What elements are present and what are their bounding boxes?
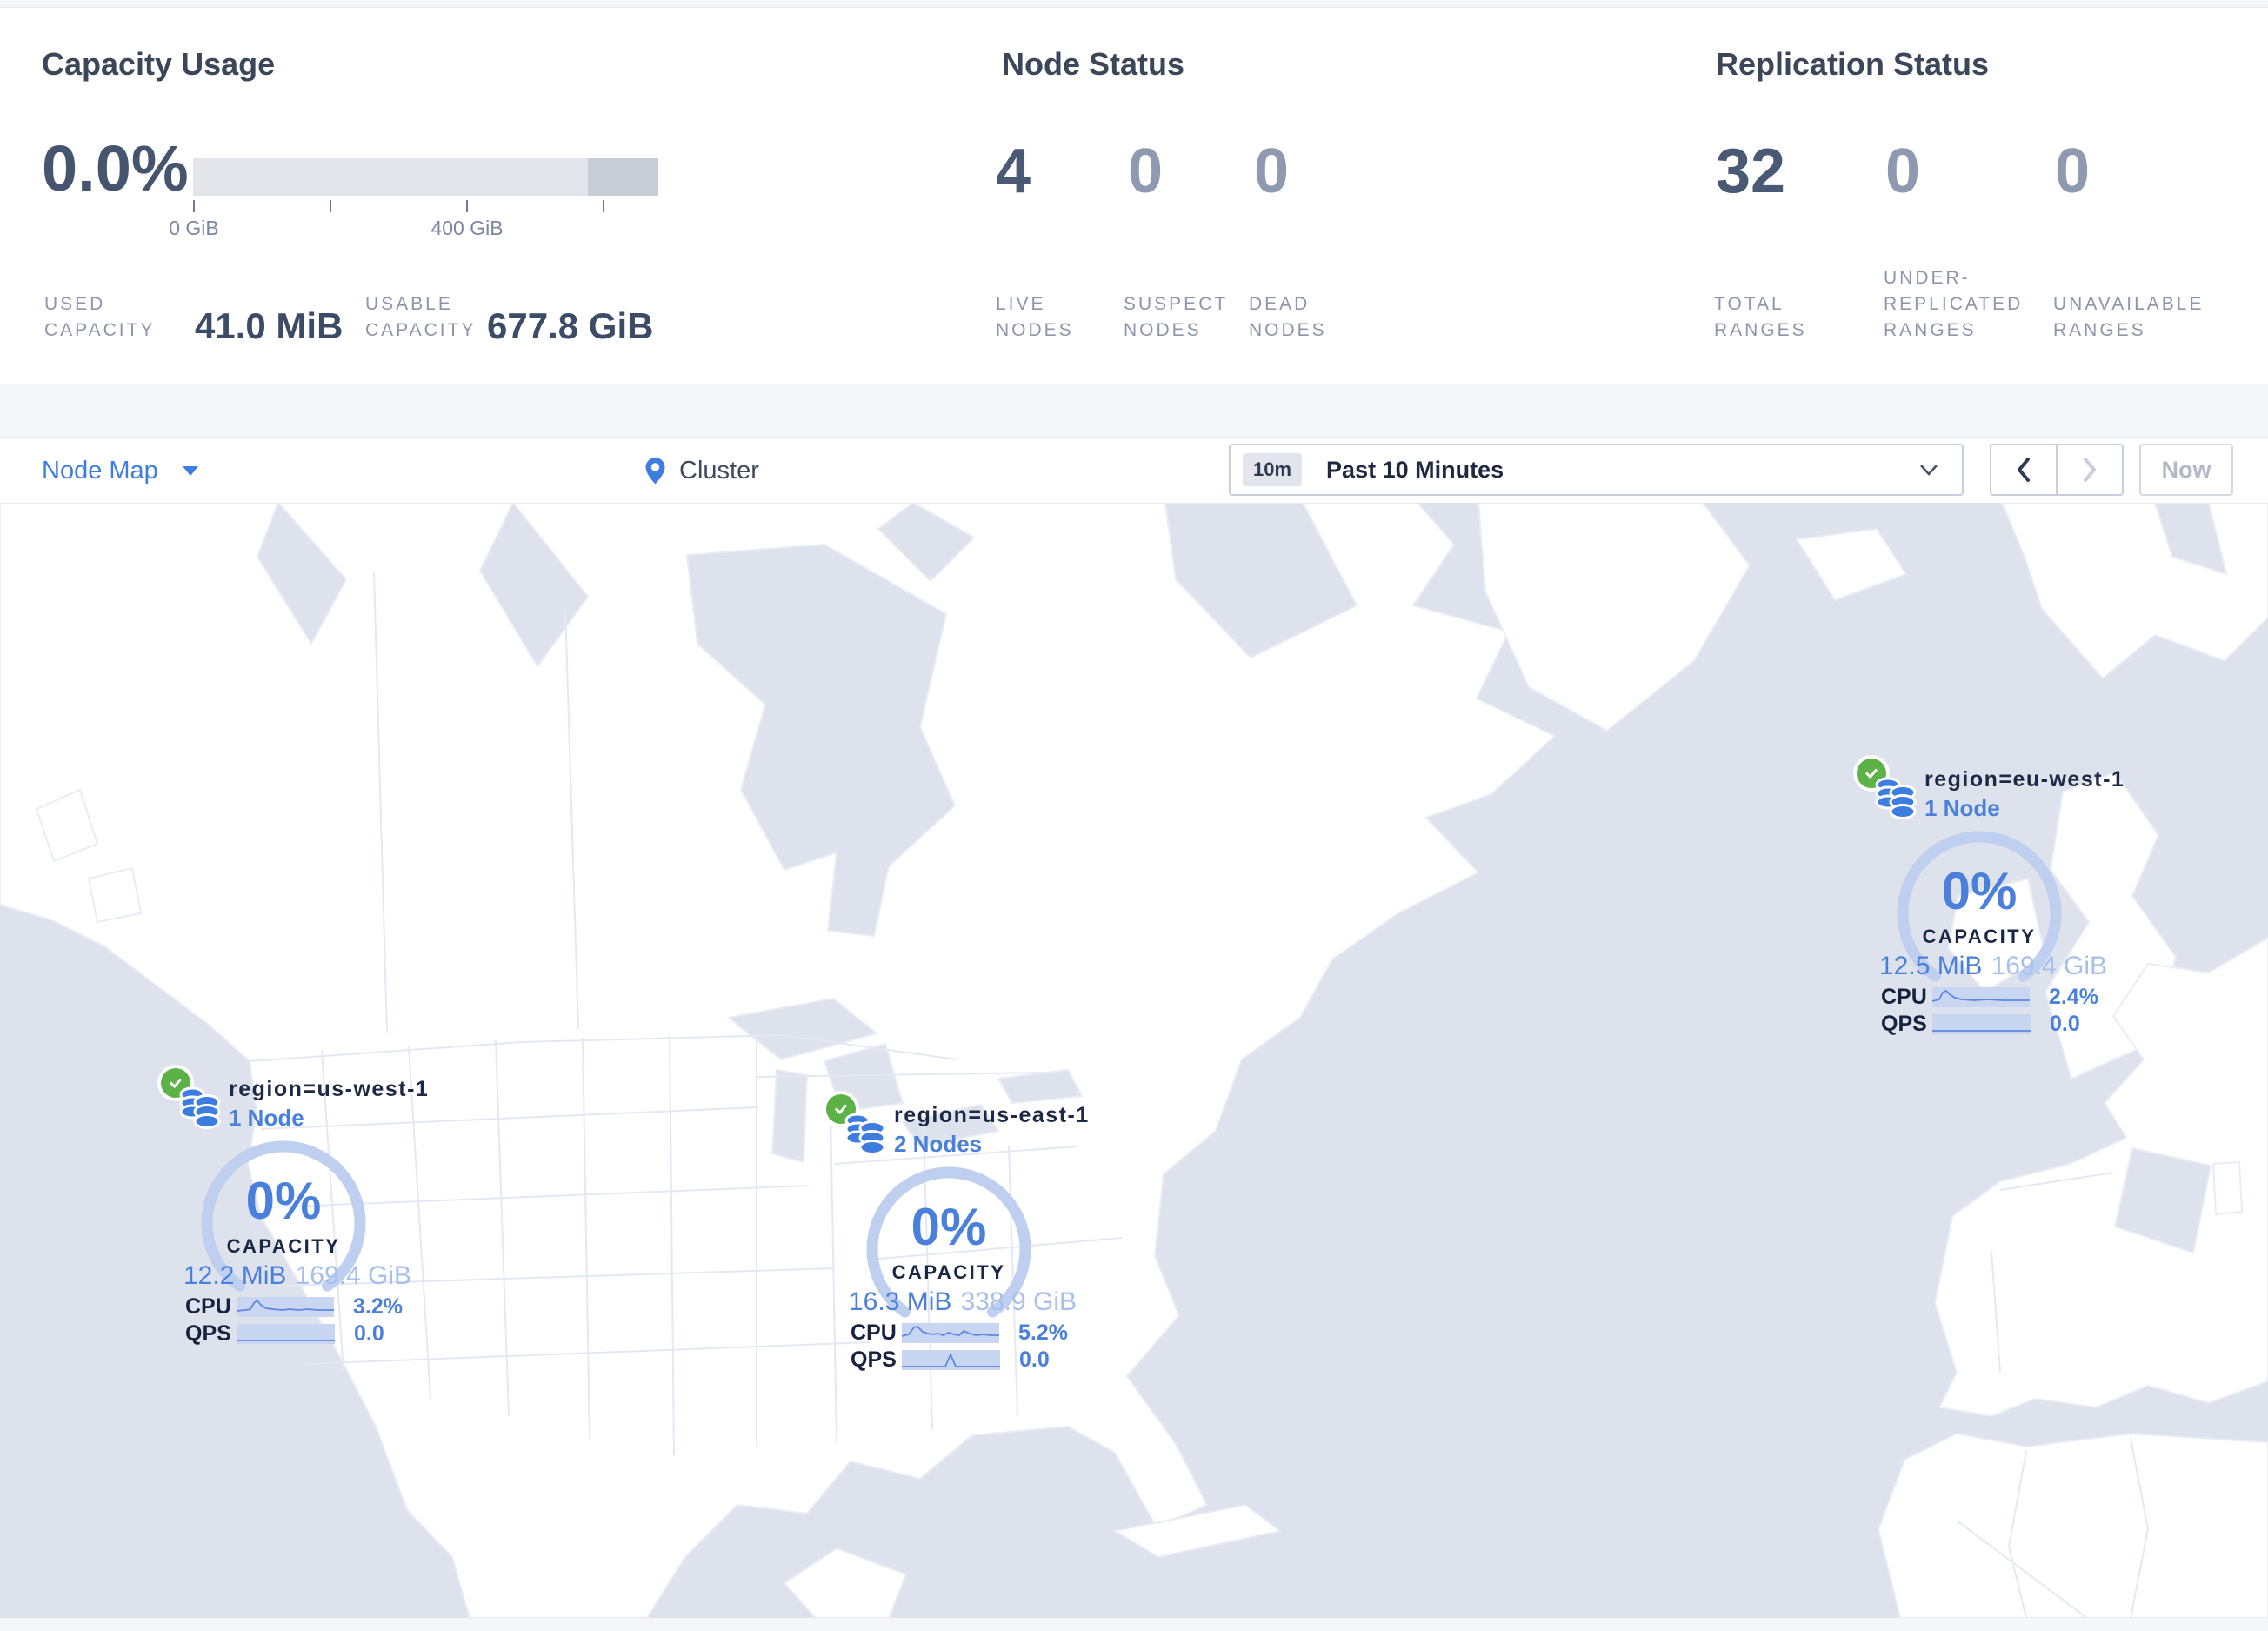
used-value: 12.2 MiB [183,1261,287,1290]
capacity-usage-title: Capacity Usage [42,46,276,82]
gauge-caption: CAPACITY [891,1261,1006,1283]
cpu-sparkline [236,1297,335,1317]
node-map-page: Capacity Usage 0.0% 0 GiB 400 GiB USED C… [0,0,2268,1631]
cpu-sparkline [901,1323,1000,1343]
cpu-row: CPU 5.2% [850,1320,1068,1345]
database-stack-icon [844,1112,887,1157]
cluster-summary-bar: Capacity Usage 0.0% 0 GiB 400 GiB USED C… [0,7,2268,384]
usable-capacity-value: 677.8 GiB [487,305,654,346]
used-value: 12.5 MiB [1879,952,1983,980]
suspect-nodes-label: SUSPECT NODES [1124,294,1229,340]
replication-status-title: Replication Status [1716,46,1990,82]
chevron-right-icon [2084,458,2096,482]
unavailable-count: 0 [2055,137,2091,206]
map-pin-icon [645,457,665,484]
under-replicated-count: 0 [1885,137,1921,206]
qps-sparkline [1932,1014,2031,1034]
total-ranges-count: 32 [1716,137,1786,206]
used-capacity-label: USED CAPACITY [44,294,156,340]
gauge-percent: 0% [1941,862,2018,920]
capacity-axis-label-0: 0 GiB [169,217,219,239]
total-value: 169.4 GiB [295,1261,411,1290]
time-step-forward-button[interactable] [2056,445,2122,494]
capacity-axis-tick [330,200,331,212]
capacity-axis-label-400: 400 GiB [430,217,504,239]
view-mode-dropdown[interactable]: Node Map [42,438,200,504]
region-marker-eu-west-1[interactable]: region=eu-west-1 1 Node 0% CAPACITY 12.5… [1857,759,2124,1046]
gauge-percent: 0% [911,1198,987,1256]
qps-sparkline [237,1324,335,1344]
time-range-badge: 10m [1243,453,1303,486]
chevron-down-icon [1918,463,1939,477]
capacity-axis-tick [603,200,604,212]
qps-row: QPS 0.0 [1881,1012,2080,1036]
under-replicated-label: UNDER- REPLICATED RANGES [1884,268,2024,340]
time-step-back-button[interactable] [1991,445,2056,494]
region-nodes-link[interactable]: 2 Nodes [894,1131,982,1158]
caret-down-icon [182,466,198,476]
live-nodes-label: LIVE NODES [996,294,1074,340]
live-nodes-count: 4 [996,137,1031,206]
time-range-selector[interactable]: 10m Past 10 Minutes [1229,444,1964,496]
now-button[interactable]: Now [2139,444,2233,496]
gauge-caption: CAPACITY [226,1235,341,1257]
cpu-row: CPU 3.2% [185,1294,403,1319]
node-status-title: Node Status [1002,46,1185,82]
used-value: 16.3 MiB [849,1287,952,1316]
region-marker-us-west-1[interactable]: region=us-west-1 1 Node 0% CAPACITY 12.2… [161,1068,428,1355]
top-strip [0,0,2268,7]
database-stack-icon [1874,776,1918,821]
region-nodes-link[interactable]: 1 Node [1924,795,2000,822]
time-range-label: Past 10 Minutes [1326,456,1504,483]
chevron-left-icon [2018,458,2030,482]
dead-nodes-label: DEAD NODES [1249,294,1327,340]
capacity-values: 12.5 MiB 169.4 GiB [1857,952,2109,981]
capacity-axis-tick [193,200,195,212]
region-label: region=us-west-1 [229,1077,430,1101]
capacity-percent: 0.0% [42,132,189,204]
database-stack-icon [178,1086,222,1131]
breadcrumb[interactable]: Cluster [644,438,759,504]
qps-row: QPS 0.0 [185,1321,384,1346]
capacity-axis-tick [466,200,468,212]
suspect-nodes-count: 0 [1128,137,1164,206]
unavailable-ranges-label: UNAVAILABLE RANGES [2053,294,2205,340]
map-toolbar: Node Map Cluster 10m Past 10 Minutes Now [0,437,2268,505]
usable-capacity-label: USABLE CAPACITY [365,294,477,340]
total-value: 169.4 GiB [1991,952,2107,980]
capacity-values: 12.2 MiB 169.4 GiB [161,1261,413,1291]
gauge-percent: 0% [245,1172,322,1230]
region-marker-us-east-1[interactable]: region=us-east-1 2 Nodes 0% CAPACITY 16.… [826,1094,1088,1381]
capacity-bar-dark-segment [588,158,658,196]
capacity-bar [193,158,658,196]
gauge-caption: CAPACITY [1922,926,2037,947]
time-step-buttons [1990,444,2124,496]
breadcrumb-label: Cluster [679,456,759,485]
bottom-strip [0,1618,2268,1631]
region-nodes-link[interactable]: 1 Node [229,1105,304,1132]
total-value: 338.9 GiB [960,1287,1077,1316]
world-map: region=us-west-1 1 Node 0% CAPACITY 12.2… [0,503,2268,1618]
total-ranges-label: TOTAL RANGES [1714,294,1807,340]
world-map-svg [0,503,2268,1618]
cpu-row: CPU 2.4% [1881,985,2098,1009]
region-label: region=eu-west-1 [1924,767,2125,792]
dead-nodes-count: 0 [1254,137,1290,206]
region-label: region=us-east-1 [894,1103,1090,1127]
qps-row: QPS 0.0 [850,1347,1050,1372]
cpu-sparkline [1931,987,2031,1007]
qps-sparkline [902,1350,1000,1370]
used-capacity-value: 41.0 MiB [195,305,344,346]
view-mode-label: Node Map [42,456,158,485]
capacity-values: 16.3 MiB 338.9 GiB [826,1287,1078,1317]
